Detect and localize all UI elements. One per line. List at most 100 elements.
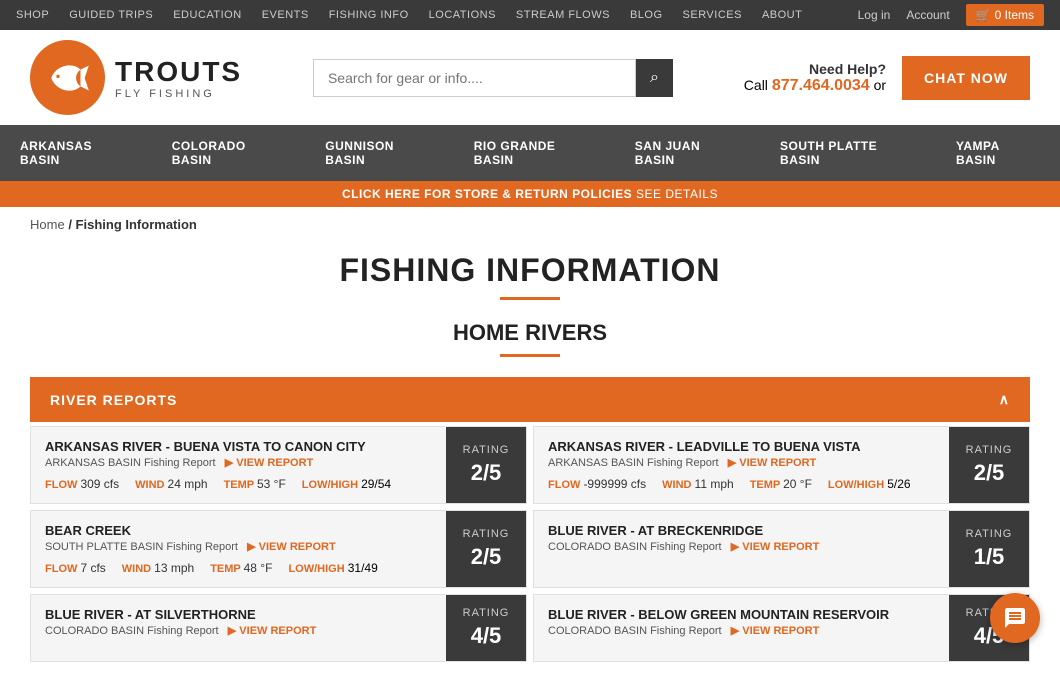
flow-stat: FLOW 309 cfs	[45, 477, 119, 491]
nav-stream-flows[interactable]: Stream Flows	[516, 9, 610, 21]
temp-label: TEMP	[750, 479, 783, 491]
account-link[interactable]: Account	[906, 8, 949, 22]
temp-label: TEMP	[210, 563, 243, 575]
rating-box: RATING 4/5	[446, 595, 526, 661]
river-card: Bear Creek SOUTH PLATTE BASIN Fishing Re…	[30, 510, 527, 588]
temp-value: 48 °F	[244, 561, 273, 575]
river-card-content: Arkansas River - Leadville to Buena Vist…	[534, 427, 949, 503]
cart-icon: 🛒	[976, 8, 991, 22]
basin-yampa[interactable]: Yampa Basin	[936, 125, 1060, 181]
need-help-label: Need Help?	[744, 61, 886, 77]
view-report-link[interactable]: ▶ VIEW REPORT	[731, 540, 820, 553]
basin-arkansas[interactable]: Arkansas Basin	[0, 125, 152, 181]
nav-locations[interactable]: Locations	[429, 9, 496, 21]
logo-text: TROUTS FLY FISHING	[115, 56, 242, 100]
basin-san-juan[interactable]: San Juan Basin	[615, 125, 760, 181]
flow-value: 309 cfs	[80, 477, 119, 491]
river-stats: FLOW 309 cfs WIND 24 mph TEMP 53 °F LOW/…	[45, 477, 432, 491]
flow-stat: FLOW 7 cfs	[45, 561, 106, 575]
river-card-content: Blue River - At Silverthorne COLORADO BA…	[31, 595, 446, 661]
cart-button[interactable]: 🛒 0 Items	[966, 4, 1044, 26]
nav-education[interactable]: Education	[173, 9, 241, 21]
login-link[interactable]: Log in	[858, 8, 891, 22]
basin-south-platte[interactable]: South Platte Basin	[760, 125, 936, 181]
logo-circle[interactable]	[30, 40, 105, 115]
lowhigh-label: LOW/HIGH	[302, 479, 361, 491]
wind-stat: WIND 13 mph	[122, 561, 194, 575]
river-basin: ARKANSAS BASIN Fishing Report ▶ VIEW REP…	[548, 456, 935, 469]
logo-area: TROUTS FLY FISHING	[30, 40, 242, 115]
river-name: Arkansas River - Buena Vista to Canon Ci…	[45, 439, 432, 454]
basin-gunnison[interactable]: Gunnison Basin	[305, 125, 453, 181]
nav-shop[interactable]: Shop	[16, 9, 49, 21]
basin-colorado[interactable]: Colorado Basin	[152, 125, 306, 181]
lowhigh-value: 29/54	[361, 477, 391, 491]
breadcrumb-home[interactable]: Home	[30, 217, 65, 232]
lowhigh-label: LOW/HIGH	[288, 563, 347, 575]
flow-stat: FLOW -999999 cfs	[548, 477, 646, 491]
basin-rio-grande[interactable]: Rio Grande Basin	[454, 125, 615, 181]
lowhigh-label: LOW/HIGH	[828, 479, 887, 491]
wind-value: 13 mph	[154, 561, 194, 575]
river-basin: ARKANSAS BASIN Fishing Report ▶ VIEW REP…	[45, 456, 432, 469]
nav-guided-trips[interactable]: Guided Trips	[69, 9, 153, 21]
wind-label: WIND	[135, 479, 167, 491]
temp-value: 53 °F	[257, 477, 286, 491]
nav-services[interactable]: Services	[683, 9, 742, 21]
flow-value: -999999 cfs	[583, 477, 646, 491]
flow-label: FLOW	[548, 479, 583, 491]
river-basin: SOUTH PLATTE BASIN Fishing Report ▶ VIEW…	[45, 540, 432, 553]
wind-stat: WIND 24 mph	[135, 477, 207, 491]
view-report-link[interactable]: ▶ VIEW REPORT	[247, 540, 336, 553]
call-label: Call	[744, 77, 768, 93]
rating-value: 4/5	[471, 623, 502, 649]
phone-number[interactable]: 877.464.0034	[772, 77, 870, 94]
flow-label: FLOW	[45, 563, 80, 575]
rating-value: 2/5	[471, 544, 502, 570]
river-card: Arkansas River - Leadville to Buena Vist…	[533, 426, 1030, 504]
rating-label: RATING	[463, 444, 510, 456]
rating-label: RATING	[463, 528, 510, 540]
search-button[interactable]: ⌕	[636, 59, 673, 97]
policy-bar[interactable]: CLICK HERE FOR STORE & RETURN POLICIES S…	[0, 181, 1060, 207]
river-stats: FLOW -999999 cfs WIND 11 mph TEMP 20 °F …	[548, 477, 935, 491]
view-report-link[interactable]: ▶ VIEW REPORT	[225, 456, 314, 469]
nav-fishing-info[interactable]: Fishing Info	[329, 9, 409, 21]
contact-text: Need Help? Call 877.464.0034 or	[744, 61, 886, 95]
page-title: FISHING INFORMATION	[30, 252, 1030, 289]
rating-value: 2/5	[974, 460, 1005, 486]
rating-box: RATING 2/5	[949, 427, 1029, 503]
nav-blog[interactable]: Blog	[630, 9, 663, 21]
view-report-link[interactable]: ▶ VIEW REPORT	[228, 624, 317, 637]
river-reports-label: RIVER REPORTS	[50, 392, 177, 408]
title-underline	[500, 297, 560, 300]
river-card-content: Blue River - Below Green Mountain Reserv…	[534, 595, 949, 661]
search-input[interactable]	[313, 59, 636, 97]
river-card-content: Bear Creek SOUTH PLATTE BASIN Fishing Re…	[31, 511, 446, 587]
nav-events[interactable]: Events	[262, 9, 309, 21]
chat-now-button[interactable]: CHAT NOW	[902, 56, 1030, 100]
policy-bold: CLICK HERE FOR STORE & RETURN POLICIES	[342, 187, 632, 201]
rating-label: RATING	[966, 528, 1013, 540]
wind-value: 11 mph	[695, 477, 734, 491]
river-reports-header[interactable]: RIVER REPORTS ∧	[30, 377, 1030, 422]
section-underline	[500, 354, 560, 357]
search-area: ⌕	[313, 59, 673, 97]
top-nav-links: Shop Guided Trips Education Events Fishi…	[16, 9, 802, 21]
river-name: Blue River - At Silverthorne	[45, 607, 432, 622]
section-title: HOME RIVERS	[30, 320, 1030, 346]
view-report-link[interactable]: ▶ VIEW REPORT	[731, 624, 820, 637]
breadcrumb-current: Fishing Information	[76, 217, 197, 232]
nav-about[interactable]: About	[762, 9, 802, 21]
river-card: Blue River - At Silverthorne COLORADO BA…	[30, 594, 527, 662]
view-report-link[interactable]: ▶ VIEW REPORT	[728, 456, 817, 469]
river-card: Blue River - Below Green Mountain Reserv…	[533, 594, 1030, 662]
rating-box: RATING 1/5	[949, 511, 1029, 587]
wind-value: 24 mph	[168, 477, 208, 491]
collapse-icon: ∧	[999, 391, 1010, 408]
top-nav-right: Log in Account 🛒 0 Items	[858, 4, 1044, 26]
breadcrumb-separator: /	[68, 217, 75, 232]
river-name: Bear Creek	[45, 523, 432, 538]
chat-bubble[interactable]	[990, 593, 1040, 643]
lowhigh-value: 31/49	[348, 561, 378, 575]
